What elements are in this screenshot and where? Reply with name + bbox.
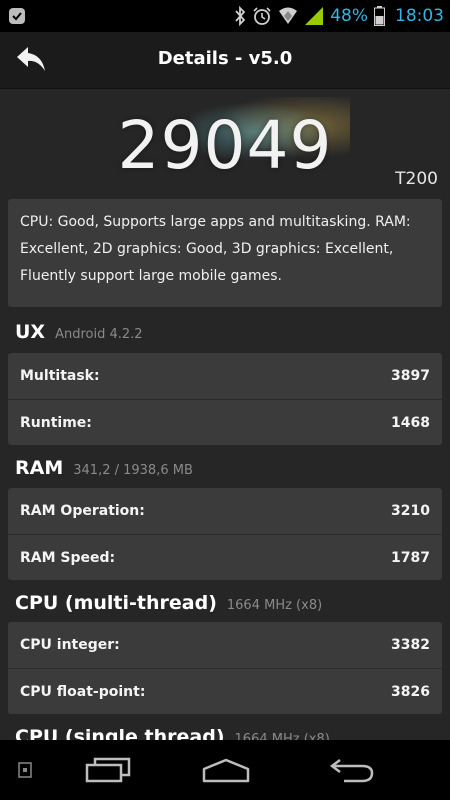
home-button[interactable]: [190, 740, 262, 800]
action-bar: Details - v5.0: [0, 32, 450, 89]
home-icon: [202, 758, 250, 783]
status-bar: 48% 18:03: [0, 0, 450, 32]
section-subtitle: 1664 MHz (x8): [226, 598, 323, 613]
menu-button[interactable]: [10, 740, 40, 800]
cpu-multi-scores: CPU integer: 3382 CPU float-point: 3826: [8, 622, 442, 714]
section-header-ux: UX Android 4.2.2: [15, 321, 143, 343]
row-value: 3826: [391, 683, 430, 700]
section-subtitle: 341,2 / 1938,6 MB: [73, 463, 193, 478]
recent-apps-icon: [85, 757, 131, 783]
recent-apps-button[interactable]: [72, 740, 144, 800]
section-title: RAM: [15, 457, 64, 479]
row-value: 3382: [391, 637, 430, 653]
total-score: 29049: [117, 107, 333, 184]
score-row-cpu-float[interactable]: CPU float-point: 3826: [8, 668, 442, 714]
nav-back-button[interactable]: [316, 740, 388, 800]
notification-check-icon: [9, 8, 25, 24]
row-label: CPU integer:: [20, 637, 120, 653]
score-row-ram-speed[interactable]: RAM Speed: 1787: [8, 534, 442, 580]
section-subtitle: Android 4.2.2: [55, 327, 143, 342]
row-label: RAM Speed:: [20, 549, 116, 566]
section-header-cpu-single: CPU (single thread) 1664 MHz (x8): [15, 726, 330, 740]
score-area: 29049 T200: [0, 89, 450, 194]
section-subtitle: 1664 MHz (x8): [234, 732, 330, 740]
alarm-clock-icon: [253, 7, 271, 25]
battery-percent: 48%: [330, 6, 368, 26]
summary-text: CPU: Good, Supports large apps and multi…: [8, 199, 442, 307]
row-value: 3897: [391, 368, 430, 384]
score-row-cpu-integer[interactable]: CPU integer: 3382: [8, 622, 442, 668]
details-content[interactable]: 29049 T200 CPU: Good, Supports large app…: [0, 89, 450, 740]
wifi-icon: [279, 7, 298, 24]
row-label: Runtime:: [20, 414, 92, 431]
score-row-multitask[interactable]: Multitask: 3897: [8, 353, 442, 399]
row-value: 1787: [391, 549, 430, 566]
page-title: Details - v5.0: [157, 48, 293, 69]
clock-time: 18:03: [395, 6, 444, 26]
row-value: 1468: [391, 414, 430, 431]
section-header-ram: RAM 341,2 / 1938,6 MB: [15, 457, 193, 479]
section-header-cpu-multi: CPU (multi-thread) 1664 MHz (x8): [15, 592, 322, 614]
row-label: CPU float-point:: [20, 683, 146, 700]
row-label: Multitask:: [20, 368, 100, 384]
section-title: CPU (single thread): [15, 726, 225, 740]
score-row-ram-operation[interactable]: RAM Operation: 3210: [8, 488, 442, 534]
battery-icon: [374, 6, 385, 26]
ram-scores: RAM Operation: 3210 RAM Speed: 1787: [8, 488, 442, 580]
row-label: RAM Operation:: [20, 503, 145, 519]
row-value: 3210: [391, 503, 430, 519]
ux-scores: Multitask: 3897 Runtime: 1468: [8, 353, 442, 445]
section-title: UX: [15, 321, 46, 343]
navigation-bar: [0, 740, 450, 800]
score-row-runtime[interactable]: Runtime: 1468: [8, 399, 442, 445]
bluetooth-icon: [235, 6, 246, 26]
section-title: CPU (multi-thread): [15, 592, 217, 614]
menu-dot-icon: [18, 762, 32, 778]
signal-icon: [305, 7, 324, 25]
nav-back-icon: [329, 759, 374, 783]
device-model: T200: [395, 169, 438, 189]
